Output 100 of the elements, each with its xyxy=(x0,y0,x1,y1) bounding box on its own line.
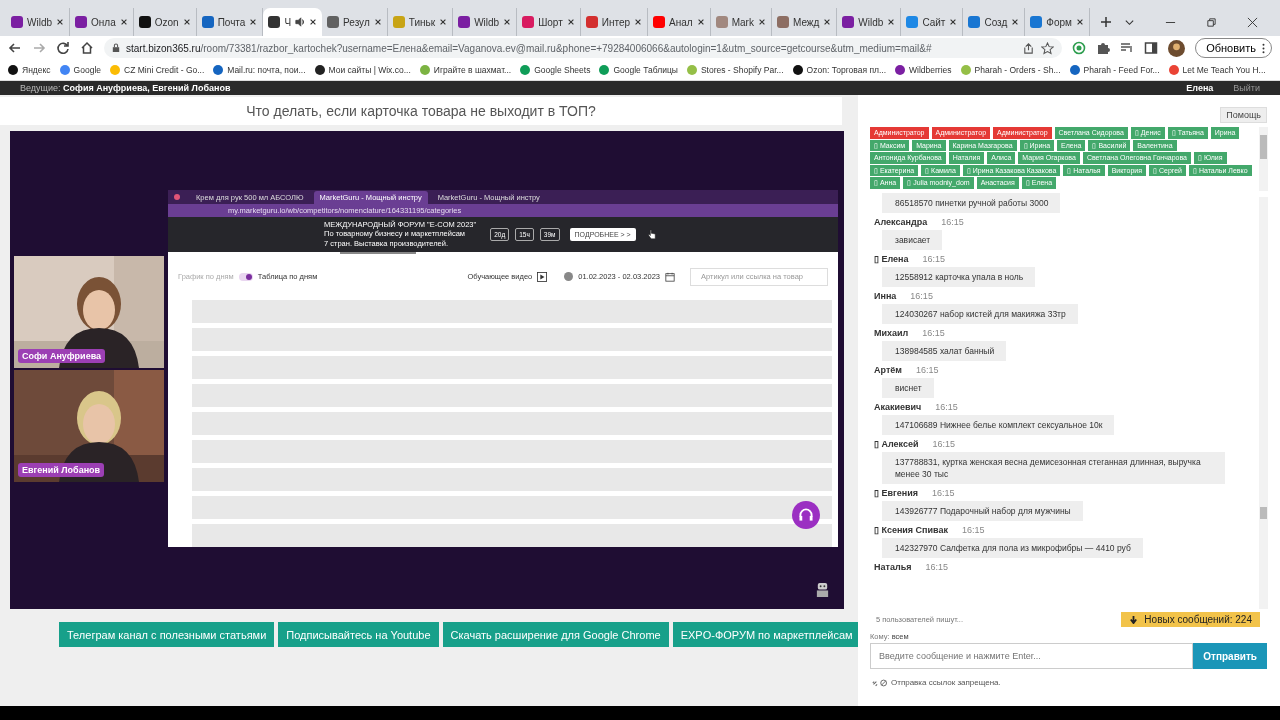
bookmark[interactable]: Google Sheets xyxy=(520,65,591,75)
reload-icon[interactable] xyxy=(56,41,70,55)
message-bubble: зависает xyxy=(882,230,943,250)
notice-text: Отправка ссылок запрещена. xyxy=(891,678,1001,687)
close-icon[interactable] xyxy=(696,18,705,26)
new-tab-icon[interactable] xyxy=(1099,16,1112,28)
user-name: Елена xyxy=(1186,83,1214,93)
bookmark[interactable]: Google xyxy=(59,65,101,75)
close-icon[interactable] xyxy=(823,18,832,26)
bookmark[interactable]: Pharah - Orders - Sh... xyxy=(960,65,1061,75)
message-bubble: виснет xyxy=(882,378,934,398)
close-icon[interactable] xyxy=(1075,18,1084,26)
address-field[interactable]: start.bizon365.ru/room/73381/razbor_kartochek?username=Елена&email=Vaganova.ev@mail.ru&phone=+79284006066&autologin=1&utm_source=getcourse&utm_medium=mail&# xyxy=(104,38,1063,58)
help-button[interactable]: Помощь xyxy=(1220,107,1267,123)
message-author: Наталья xyxy=(874,562,912,572)
bookmark[interactable]: Stores - Shopify Par... xyxy=(686,65,784,75)
close-icon[interactable] xyxy=(56,18,64,26)
star-icon[interactable] xyxy=(1041,41,1055,55)
close-icon[interactable] xyxy=(249,18,258,26)
webinar-title: Что делать, если карточка товара не выходит в ТОП? xyxy=(0,97,842,125)
share-icon[interactable] xyxy=(1022,41,1036,55)
bookmark[interactable]: Яндекс xyxy=(8,65,51,75)
message-author: ▯ Ксения Спивак xyxy=(874,525,948,535)
message-time: 16:15 xyxy=(922,254,946,264)
robot-icon xyxy=(815,580,830,599)
home-icon[interactable] xyxy=(80,41,94,55)
message-bubble: 12558912 карточка упала в ноль xyxy=(882,267,1036,287)
close-icon[interactable] xyxy=(566,18,575,26)
close-icon[interactable] xyxy=(887,18,896,26)
puzzle-icon[interactable] xyxy=(1096,41,1111,55)
message-author: Артём xyxy=(874,365,902,375)
message-author: Михаил xyxy=(874,328,909,338)
message-bubble: 124030267 набор кистей для макияжа 33тр xyxy=(882,304,1078,324)
message-bubble: 86518570 пинетки ручной работы 3000 xyxy=(882,193,1061,213)
message-author: Акакиевич xyxy=(874,402,922,412)
close-icon[interactable] xyxy=(949,18,958,26)
message-time: 16:15 xyxy=(962,525,985,535)
message-author: ▯ Елена xyxy=(874,254,909,264)
bookmark[interactable]: Мои сайты | Wix.co... xyxy=(314,65,411,75)
message-input[interactable]: Введите сообщение и нажмите Enter... xyxy=(870,643,1194,669)
close-icon[interactable] xyxy=(1011,18,1020,26)
message-bubble: 147106689 Нижнее белье комплект сексуальное 10к xyxy=(882,415,1115,435)
arrow-down-icon xyxy=(1129,614,1139,624)
bookmark[interactable]: Mail.ru: почта, пои... xyxy=(213,65,306,75)
message-bubble: 142327970 Салфетка для пола из микрофибры — 4410 руб xyxy=(882,538,1143,558)
message-time: 16:15 xyxy=(941,217,964,227)
close-icon[interactable] xyxy=(373,18,382,26)
scrollbar[interactable] xyxy=(1259,127,1268,191)
side-panel-icon[interactable] xyxy=(1144,41,1159,55)
message-time: 16:15 xyxy=(932,488,955,498)
lock-icon xyxy=(112,43,120,53)
calendar-icon[interactable] xyxy=(665,271,675,282)
bookmark[interactable]: Pharah - Feed For... xyxy=(1069,65,1160,75)
cursor-icon xyxy=(647,229,656,240)
message-time: 16:15 xyxy=(935,402,958,412)
bookmark[interactable]: Wildberries xyxy=(895,65,952,75)
message-bubble: 138984585 халат банный xyxy=(882,341,1007,361)
logout-link[interactable]: Выйти xyxy=(1233,83,1260,93)
close-icon[interactable] xyxy=(757,18,766,26)
scrollbar[interactable] xyxy=(1259,197,1268,609)
link-blocked-icon xyxy=(872,678,888,687)
close-icon[interactable] xyxy=(1247,16,1258,28)
message-author: Инна xyxy=(874,291,897,301)
close-icon[interactable] xyxy=(439,18,448,26)
close-icon[interactable] xyxy=(503,18,512,26)
extension-icon[interactable] xyxy=(1072,41,1087,55)
new-messages-button[interactable]: Новых сообщений: 224 xyxy=(1121,611,1260,627)
bookmark[interactable]: Ozon: Торговая пл... xyxy=(792,65,887,75)
bookmark[interactable]: Играйте в шахмат... xyxy=(419,65,512,75)
close-icon[interactable] xyxy=(119,18,128,26)
speaker-name-tag: Евгений Лобанов xyxy=(18,463,105,477)
play-icon[interactable] xyxy=(537,271,548,282)
window-dot-icon xyxy=(174,194,180,201)
message-author: ▯ Евгения xyxy=(874,488,918,498)
toggle-switch[interactable] xyxy=(238,272,253,281)
message-author: ▯ Алексей xyxy=(874,439,919,449)
message-bubble: 137788831, куртка женская весна демисезонная стеганная длинная, выручка менее 30 тыс xyxy=(882,452,1225,484)
close-icon[interactable] xyxy=(182,18,191,26)
media-icon[interactable] xyxy=(1120,41,1135,55)
back-icon[interactable] xyxy=(8,41,22,55)
message-bubble: 143926777 Подарочный набор для мужчины xyxy=(882,501,1083,521)
bookmark[interactable]: CZ Mini Credit - Go... xyxy=(110,65,205,75)
message-time: 16:15 xyxy=(932,439,956,449)
message-time: 16:15 xyxy=(910,291,933,301)
close-icon[interactable] xyxy=(634,18,643,26)
more-icon xyxy=(1262,42,1265,54)
speaker-name-tag: Софи Ануфриева xyxy=(18,349,106,363)
update-button[interactable]: Обновить xyxy=(1195,38,1272,58)
bookmark[interactable]: Let Me Teach You H... xyxy=(1168,65,1266,75)
bookmark[interactable]: Google Таблицы xyxy=(599,65,678,75)
avatar-icon[interactable] xyxy=(1168,39,1186,57)
close-icon[interactable] xyxy=(309,18,318,26)
message-time: 16:15 xyxy=(925,562,948,572)
support-icon[interactable] xyxy=(792,501,820,529)
info-icon xyxy=(564,272,574,282)
hosts-label: Ведущие: София Ануфриева, Евгений Лобанов xyxy=(20,83,231,93)
message-time: 16:15 xyxy=(922,328,945,338)
browser-tab[interactable]: Ч xyxy=(263,8,323,36)
restore-icon[interactable] xyxy=(1206,16,1217,28)
message-time: 16:15 xyxy=(915,365,939,375)
